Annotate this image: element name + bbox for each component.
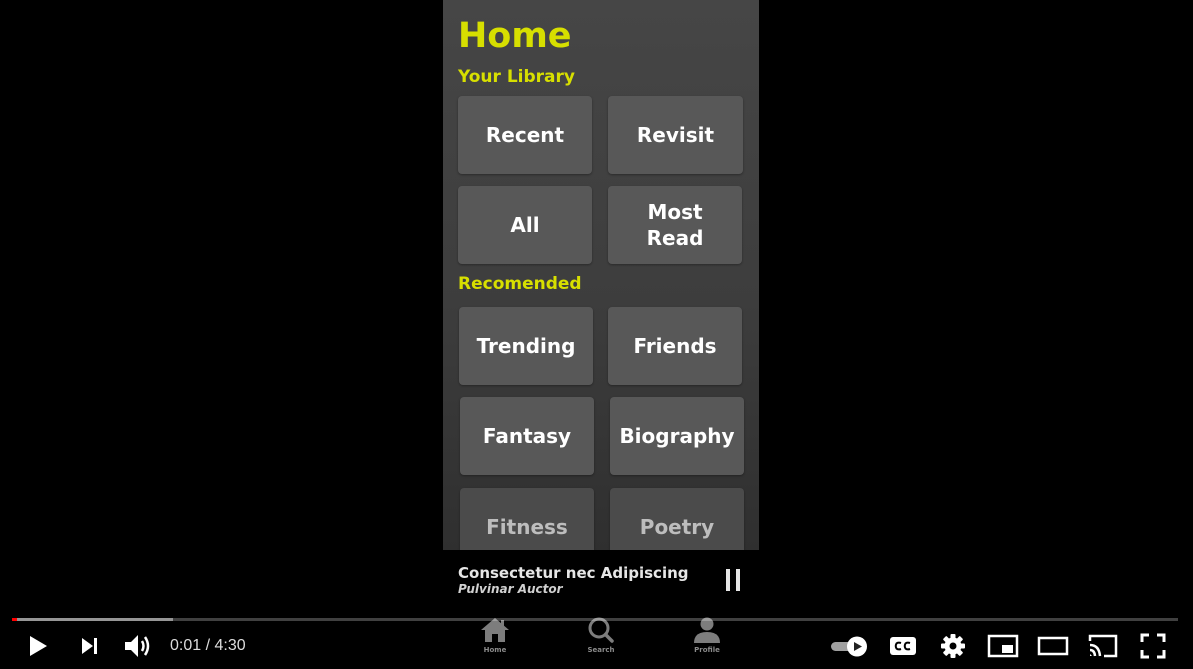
autoplay-toggle[interactable] [828,632,870,660]
closed-captions-icon [890,637,916,655]
time-display: 0:01 / 4:30 [170,636,246,656]
gear-icon [941,634,965,658]
pause-icon[interactable] [723,568,743,592]
now-playing-author: Pulvinar Auctor [458,582,563,596]
progress-bar[interactable] [12,618,1178,621]
section-title-recommended: Recomended [458,274,582,294]
settings-button[interactable] [937,630,969,662]
cast-icon [1088,634,1118,658]
tile-friends[interactable]: Friends [608,307,742,385]
page-title: Home [458,16,572,56]
app-screen: Home Your Library Recent Revisit All Mos… [443,0,759,550]
nav-profile-label: Profile [694,646,720,654]
progress-played [12,618,17,621]
theater-mode-button[interactable] [1035,630,1071,662]
tile-fantasy[interactable]: Fantasy [460,397,594,475]
fullscreen-button[interactable] [1137,630,1169,662]
tile-trending[interactable]: Trending [459,307,593,385]
tile-most-read[interactable]: Most Read [608,186,742,264]
fullscreen-icon [1140,633,1166,659]
nav-home[interactable]: Home [475,616,515,664]
section-title-your-library: Your Library [458,67,575,87]
miniplayer-icon [987,634,1019,658]
time-separator: / [201,637,215,654]
nav-home-label: Home [483,646,507,654]
captions-button[interactable] [887,630,919,662]
tile-biography[interactable]: Biography [610,397,744,475]
tile-all[interactable]: All [458,186,592,264]
progress-buffered [12,618,173,621]
tile-poetry[interactable]: Poetry [610,488,744,550]
tile-fitness[interactable]: Fitness [460,488,594,550]
current-time: 0:01 [170,637,202,654]
now-playing-title[interactable]: Consectetur nec Adipiscing [458,564,689,582]
theater-mode-icon [1037,636,1069,656]
autoplay-toggle-icon [831,636,867,657]
nav-search-label: Search [587,646,615,654]
volume-icon [125,635,150,657]
nav-profile[interactable]: Profile [687,616,727,664]
skip-next-icon [82,638,97,654]
tile-recent[interactable]: Recent [458,96,592,174]
play-icon [30,636,47,656]
volume-button[interactable] [119,628,155,664]
duration: 4:30 [214,637,246,654]
nav-search[interactable]: Search [581,616,621,664]
next-button[interactable] [73,630,105,662]
cast-button[interactable] [1085,630,1121,662]
miniplayer-button[interactable] [985,630,1021,662]
play-button[interactable] [22,630,54,662]
tile-revisit[interactable]: Revisit [608,96,743,174]
